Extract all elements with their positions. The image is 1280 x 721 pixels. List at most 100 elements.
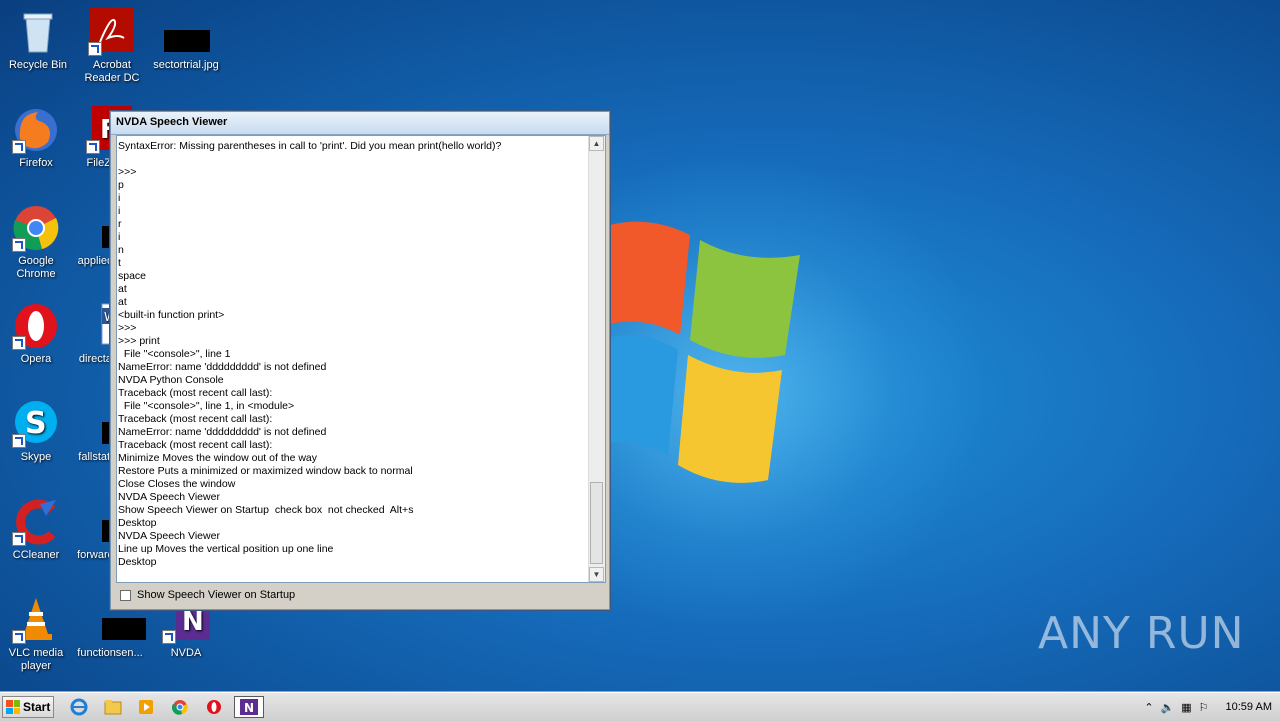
speech-log-line	[117, 153, 587, 166]
speech-log-line: i	[118, 192, 121, 204]
speech-log-line: r	[118, 218, 122, 230]
taskbar: Start N ⌃ 🔈 ▦ ⚐ 10:59 AM	[0, 692, 1280, 721]
anyrun-watermark: ANY RUN	[1038, 608, 1245, 659]
desktop-icon-vlc[interactable]: VLC media player	[0, 596, 74, 673]
shortcut-arrow-icon	[12, 532, 26, 546]
windows-logo-icon	[6, 700, 20, 714]
speech-log-line: Traceback (most recent call last):	[118, 387, 273, 399]
speech-log-line: NVDA Speech Viewer	[118, 491, 220, 503]
speech-log-line: Desktop	[118, 556, 157, 568]
speech-log-line: >>>	[118, 166, 137, 178]
clock[interactable]: 10:59 AM	[1226, 701, 1272, 713]
show-on-startup-checkbox-row[interactable]: Show Speech Viewer on Startup	[120, 589, 295, 601]
window-titlebar[interactable]: NVDA Speech Viewer	[111, 112, 609, 135]
icon-label: Recycle Bin	[8, 59, 68, 71]
windows-flag-wallpaper	[590, 221, 800, 483]
nvda-speech-viewer-window[interactable]: NVDA Speech Viewer SyntaxError: Missing …	[110, 111, 610, 610]
vertical-scrollbar[interactable]: ▲ ▼	[588, 136, 605, 582]
speech-log-line: t	[118, 257, 121, 269]
shortcut-arrow-icon	[162, 630, 176, 644]
watermark-text: ANY RUN	[1038, 608, 1245, 659]
icon-label: VLC media player	[8, 647, 64, 672]
speech-log-line: File "<console>", line 1	[118, 348, 231, 360]
scroll-up-arrow-icon[interactable]: ▲	[589, 136, 604, 151]
speech-log-line: >>> print	[118, 335, 160, 347]
speech-log-line: p	[118, 179, 124, 191]
shortcut-arrow-icon	[12, 238, 26, 252]
window-title: NVDA Speech Viewer	[116, 116, 228, 128]
taskbar-explorer-button[interactable]	[100, 696, 126, 718]
speech-log-line: Show Speech Viewer on Startup check box …	[118, 504, 414, 516]
firefox-icon	[12, 106, 60, 154]
speech-log-line: at	[118, 296, 127, 308]
image-file-icon	[162, 8, 210, 56]
skype-icon: S	[12, 400, 60, 448]
ccleaner-icon	[12, 498, 60, 546]
checkbox-label[interactable]: Show Speech Viewer on Startup	[137, 589, 295, 601]
taskbar-chrome-button[interactable]	[167, 696, 193, 718]
start-label: Start	[23, 700, 51, 714]
shortcut-arrow-icon	[12, 630, 26, 644]
shortcut-arrow-icon	[12, 140, 26, 154]
folder-icon	[104, 700, 122, 715]
speech-log-line: Desktop	[118, 517, 157, 529]
speech-log-textarea[interactable]: SyntaxError: Missing parentheses in call…	[116, 135, 606, 583]
speech-log-line: Traceback (most recent call last):	[118, 413, 273, 425]
shortcut-arrow-icon	[12, 336, 26, 350]
system-tray: ⌃ 🔈 ▦ ⚐ 10:59 AM	[1144, 693, 1280, 721]
speech-log-line: n	[118, 244, 124, 256]
recycle-bin-icon	[14, 8, 62, 56]
speech-log-line: NVDA Speech Viewer	[118, 530, 220, 542]
start-button[interactable]: Start	[2, 696, 54, 718]
speech-log-line: at	[118, 283, 127, 295]
speech-log-line: Close Closes the window	[118, 478, 236, 490]
volume-icon[interactable]: 🔈	[1161, 701, 1175, 714]
chrome-icon	[12, 204, 60, 252]
network-icon[interactable]: ▦	[1181, 701, 1191, 714]
scroll-down-arrow-icon[interactable]: ▼	[589, 567, 604, 582]
speech-log-line: File "<console>", line 1, in <module>	[118, 400, 295, 412]
vlc-cone-icon	[12, 596, 60, 644]
taskbar-nvda-button[interactable]: N	[234, 696, 264, 718]
speech-log-line: SyntaxError: Missing parentheses in call…	[118, 140, 502, 152]
nvda-icon: N	[240, 699, 258, 715]
speech-log-line: Line up Moves the vertical position up o…	[118, 543, 334, 555]
speech-log-lines: SyntaxError: Missing parentheses in call…	[117, 140, 587, 569]
desktop-icon-recycle-bin[interactable]: Recycle Bin	[0, 8, 76, 72]
desktop-icon-firefox[interactable]: Firefox	[0, 106, 74, 170]
shortcut-arrow-icon	[12, 434, 26, 448]
chrome-icon	[172, 700, 188, 715]
internet-explorer-icon	[70, 698, 88, 716]
svg-text:N: N	[182, 607, 204, 637]
opera-icon	[12, 302, 60, 350]
opera-icon	[207, 700, 221, 714]
show-hidden-icons-icon[interactable]: ⌃	[1144, 701, 1153, 714]
shortcut-arrow-icon	[86, 140, 100, 154]
shortcut-arrow-icon	[88, 42, 102, 56]
speech-log-line: space	[118, 270, 147, 282]
speech-log-line: i	[118, 231, 121, 243]
taskbar-media-player-button[interactable]	[133, 696, 159, 718]
icon-label: functionsen...	[77, 647, 143, 659]
speech-log-line: NVDA Python Console	[118, 374, 224, 386]
speech-log-line: Minimize Moves the window out of the way	[118, 452, 318, 464]
action-center-flag-icon[interactable]: ⚐	[1199, 701, 1209, 714]
desktop-icon-sectortrial[interactable]: sectortrial.jpg	[148, 8, 224, 72]
media-player-icon	[139, 700, 153, 714]
svg-text:N: N	[244, 701, 254, 715]
icon-label: Acrobat Reader DC	[84, 59, 140, 84]
scrollbar-thumb[interactable]	[590, 482, 603, 564]
icon-label: sectortrial.jpg	[153, 59, 219, 71]
speech-log-line: Restore Puts a minimized or maximized wi…	[118, 465, 413, 477]
speech-log-line: NameError: name 'ddddddddd' is not defin…	[118, 426, 327, 438]
taskbar-ie-button[interactable]	[66, 696, 92, 718]
icon-label: NVDA	[170, 647, 202, 659]
svg-text:S: S	[25, 406, 47, 441]
speech-log-line: Traceback (most recent call last):	[118, 439, 273, 451]
taskbar-opera-button[interactable]	[201, 696, 227, 718]
speech-log-line: >>>	[118, 322, 137, 334]
show-on-startup-checkbox[interactable]	[120, 589, 131, 601]
speech-log-line: i	[118, 205, 121, 217]
desktop-icon-acrobat[interactable]: Acrobat Reader DC	[74, 8, 150, 85]
icon-label: Firefox	[19, 157, 53, 169]
